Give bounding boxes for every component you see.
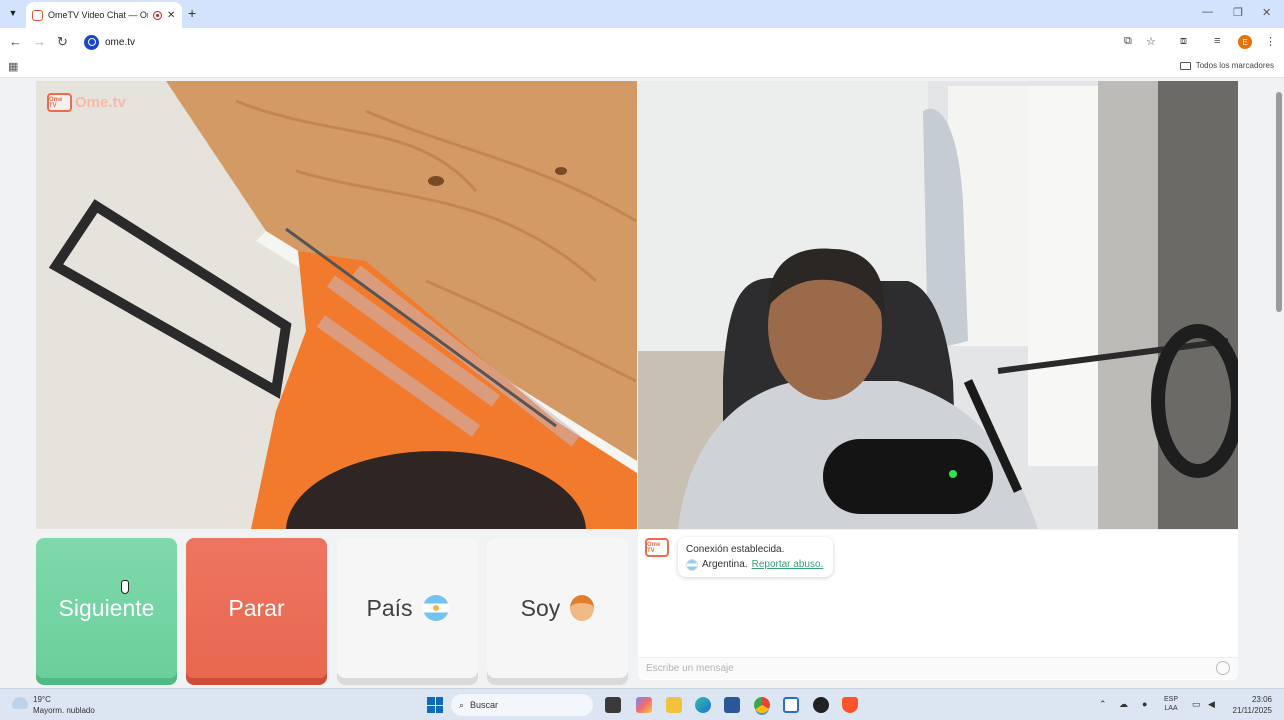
- media-control-icon[interactable]: ≡: [1214, 35, 1220, 47]
- ometv-page: Ome TV Ome.tv Siguiente Parar País Soy O…: [0, 78, 1284, 688]
- chat-panel: Ome TV Conexión establecida. Argentina. …: [638, 530, 1238, 680]
- apps-grid-icon[interactable]: ▦: [8, 60, 18, 73]
- address-bar[interactable]: ome.tv: [80, 31, 1166, 53]
- next-button-label: Siguiente: [58, 594, 155, 621]
- restore-icon[interactable]: ❐: [1233, 6, 1243, 19]
- self-video: [638, 81, 1238, 529]
- layout-code: LAA: [1164, 705, 1178, 712]
- windows-start-icon[interactable]: [427, 697, 443, 713]
- clock-time: 23:06: [1251, 695, 1272, 704]
- ometv-logo-box: Ome TV: [47, 93, 72, 112]
- search-icon: ⌕: [459, 699, 465, 710]
- url-text: ome.tv: [105, 36, 136, 48]
- partner-country: Argentina.: [702, 559, 748, 570]
- all-bookmarks-button[interactable]: Todos los marcadores: [1179, 61, 1274, 70]
- system-message: Conexión establecida. Argentina. Reporta…: [678, 537, 833, 577]
- volume-icon[interactable]: ◀: [1208, 699, 1215, 710]
- obs-icon[interactable]: [813, 697, 829, 713]
- ometv-chat-logo-icon: Ome TV: [645, 538, 669, 557]
- window-close-icon[interactable]: ✕: [1262, 6, 1271, 19]
- stranger-video: Ome TV Ome.tv: [36, 81, 637, 529]
- stop-button-label: Parar: [228, 594, 285, 621]
- store-icon[interactable]: [724, 697, 740, 713]
- recording-indicator-icon: [153, 10, 162, 20]
- network-icon[interactable]: ▭: [1192, 699, 1201, 710]
- reload-icon[interactable]: ↻: [57, 34, 68, 50]
- extensions-icon[interactable]: ⧈: [1180, 35, 1187, 48]
- tab-strip: ▼ OmeTV Video Chat — Ome ✕ + — ❐ ✕: [0, 0, 1284, 28]
- connection-status: Conexión establecida.: [686, 544, 785, 555]
- profile-avatar[interactable]: E: [1238, 35, 1252, 49]
- forward-arrow-icon[interactable]: →: [33, 34, 46, 49]
- temperature: 19°C: [33, 695, 51, 704]
- scrollbar-thumb[interactable]: [1276, 92, 1282, 312]
- cloud-tray-icon[interactable]: ☁: [1119, 699, 1128, 710]
- page-scrollbar[interactable]: [1274, 78, 1284, 688]
- screen-recorder-icon[interactable]: [783, 697, 799, 713]
- back-arrow-icon[interactable]: ←: [9, 34, 22, 49]
- browser-tab[interactable]: OmeTV Video Chat — Ome ✕: [26, 2, 182, 28]
- clock-date: 21/11/2025: [1232, 706, 1272, 715]
- microphone-icon[interactable]: ●: [1142, 699, 1147, 709]
- install-app-icon[interactable]: ⧉: [1124, 35, 1132, 48]
- ometv-logo: Ome TV Ome.tv: [47, 93, 126, 112]
- chrome-icon[interactable]: [754, 697, 770, 713]
- language-code: ESP: [1164, 696, 1179, 703]
- taskbar-search-label: Buscar: [470, 700, 499, 710]
- weather-widget[interactable]: 19°C Mayorm. nublado: [33, 694, 95, 716]
- gender-button[interactable]: Soy: [487, 538, 628, 678]
- stranger-video-frame: [36, 81, 637, 529]
- mouse-cursor-icon: [121, 580, 129, 594]
- report-abuse-link[interactable]: Reportar abuso.: [752, 557, 824, 572]
- tab-title: OmeTV Video Chat — Ome: [48, 10, 148, 20]
- bookmarks-bar: ▦ Todos los marcadores: [0, 56, 1284, 78]
- task-view-icon[interactable]: [605, 697, 621, 713]
- copilot-icon[interactable]: [636, 697, 652, 713]
- system-clock[interactable]: 23:06 21/11/2025: [1228, 694, 1272, 716]
- self-video-frame: [638, 81, 1238, 529]
- country-button-label: País: [366, 594, 413, 621]
- windows-taskbar: 19°C Mayorm. nublado ⌕ Buscar ⌃ ☁ ● ESP …: [0, 688, 1284, 720]
- file-explorer-icon[interactable]: [666, 697, 682, 713]
- weather-cloud-icon[interactable]: [12, 697, 28, 709]
- site-info-icon[interactable]: [84, 34, 99, 50]
- tab-close-icon[interactable]: ✕: [167, 10, 175, 21]
- browser-toolbar: ← → ↻ ome.tv ⧉ ☆ ⧈ ≡ ⋮: [0, 28, 1284, 56]
- edge-icon[interactable]: [695, 697, 711, 713]
- argentina-flag-icon: [422, 595, 449, 621]
- tray-chevron-icon[interactable]: ⌃: [1099, 699, 1107, 710]
- all-bookmarks-label: Todos los marcadores: [1195, 61, 1274, 70]
- ometv-logo-text: Ome.tv: [75, 94, 126, 111]
- message-input[interactable]: [638, 657, 1238, 679]
- taskbar-search[interactable]: ⌕ Buscar: [451, 694, 593, 716]
- next-button[interactable]: Siguiente: [36, 538, 177, 678]
- stop-button[interactable]: Parar: [186, 538, 327, 678]
- boy-face-icon: [570, 595, 595, 621]
- gender-button-label: Soy: [520, 594, 561, 621]
- minimize-icon[interactable]: —: [1202, 6, 1213, 18]
- argentina-flag-small-icon: [686, 558, 698, 571]
- folder-icon: [1179, 61, 1191, 70]
- bookmark-star-icon[interactable]: ☆: [1146, 35, 1156, 48]
- brave-icon[interactable]: [842, 697, 858, 713]
- new-tab-icon[interactable]: +: [188, 5, 196, 21]
- weather-condition: Mayorm. nublado: [33, 706, 95, 715]
- keyboard-language[interactable]: ESP LAA: [1164, 695, 1178, 713]
- country-button[interactable]: País: [337, 538, 478, 678]
- menu-dots-icon[interactable]: ⋮: [1265, 35, 1276, 48]
- tab-search-chevron-icon[interactable]: ▼: [4, 4, 22, 22]
- emoji-icon[interactable]: [1216, 661, 1230, 675]
- ometv-favicon-icon: [32, 9, 43, 21]
